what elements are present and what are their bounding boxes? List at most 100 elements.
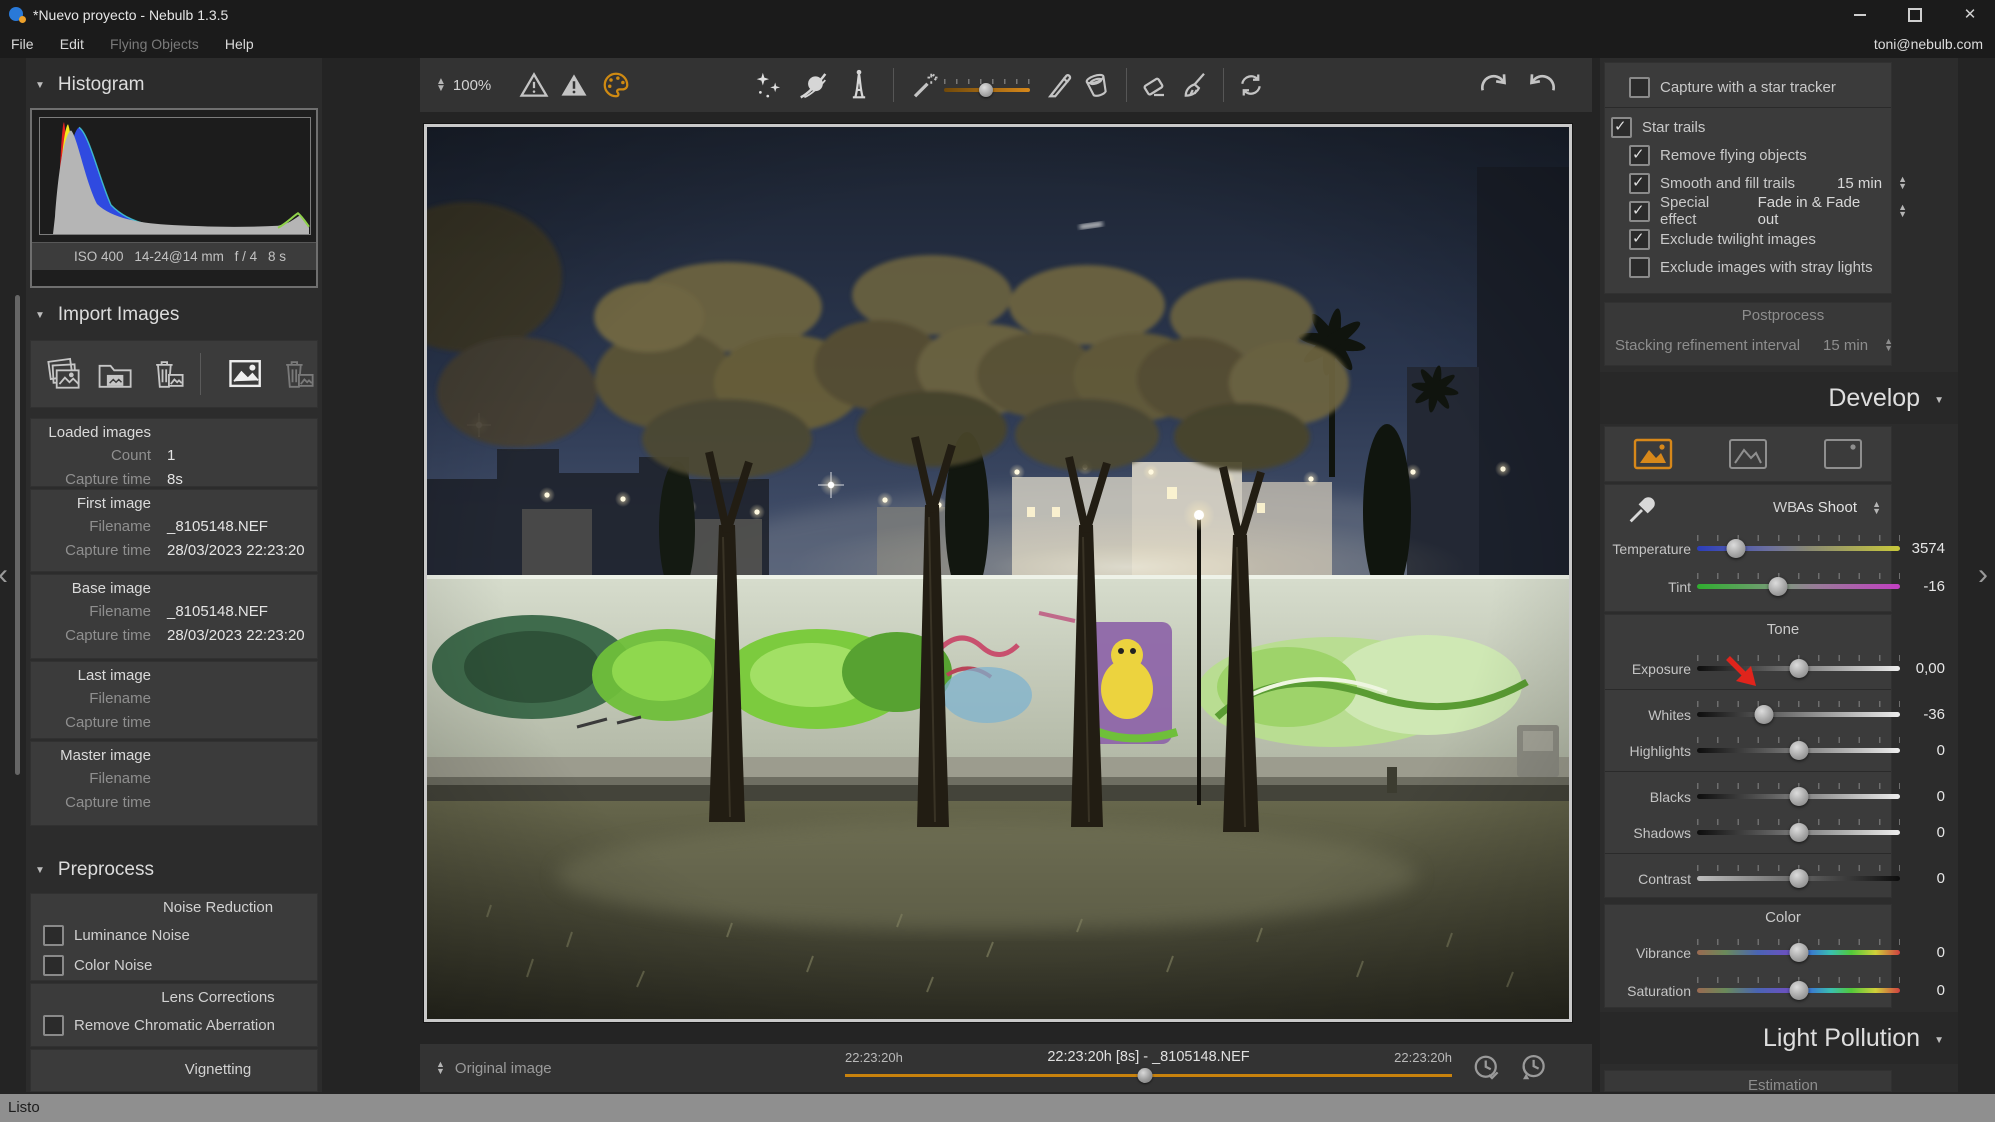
collapse-left-chevron-icon[interactable] <box>0 560 8 590</box>
lens-value: 14-24@14 mm <box>134 249 224 264</box>
slider-track[interactable] <box>1697 876 1900 881</box>
eraser-tool-icon[interactable] <box>1139 70 1169 100</box>
slider-knob[interactable] <box>1789 823 1808 842</box>
menu-edit[interactable]: Edit <box>49 30 95 58</box>
slider-track[interactable] <box>1697 712 1900 717</box>
slider-track[interactable] <box>1697 584 1900 589</box>
remove-flying-objects-checkbox[interactable] <box>1629 145 1650 166</box>
remove-flying-objects-row[interactable]: Remove flying objects <box>1605 141 1915 169</box>
tab-curves-icon[interactable] <box>1728 438 1768 470</box>
redo-button-icon[interactable] <box>1478 69 1510 101</box>
image-viewport[interactable] <box>424 124 1572 1022</box>
comet-tool-icon[interactable] <box>797 69 829 101</box>
slider-saturation: Saturation 0 <box>1605 975 1953 1009</box>
preprocess-section-header[interactable]: Preprocess <box>26 853 322 887</box>
slider-knob[interactable] <box>1789 787 1808 806</box>
slider-knob[interactable] <box>1789 741 1808 760</box>
maximize-button[interactable] <box>1890 0 1940 30</box>
menu-flying-objects[interactable]: Flying Objects <box>99 30 210 58</box>
luminance-noise-checkbox[interactable] <box>43 925 64 946</box>
warning-filled-icon[interactable] <box>559 70 589 100</box>
show-image-button-icon[interactable] <box>225 354 265 394</box>
slider-track[interactable] <box>1697 988 1900 993</box>
exclude-twilight-checkbox[interactable] <box>1629 229 1650 250</box>
develop-section-header[interactable]: Develop <box>1600 372 1958 424</box>
histogram-section-header[interactable]: Histogram <box>26 68 322 102</box>
paint-bucket-tool-icon[interactable] <box>1082 70 1112 100</box>
histogram-box: ISO 400 14-24@14 mm f / 4 8 s <box>30 108 318 288</box>
slider-knob[interactable] <box>1789 981 1808 1000</box>
undo-button-icon[interactable] <box>1526 69 1558 101</box>
effect-stepper[interactable] <box>1898 204 1907 218</box>
special-effect-checkbox[interactable] <box>1629 201 1650 222</box>
view-mode-stepper[interactable] <box>436 1061 445 1075</box>
slider-track[interactable] <box>1697 546 1900 551</box>
collapse-right-chevron-icon[interactable] <box>1978 560 1988 590</box>
left-scrollbar-thumb[interactable] <box>15 295 20 775</box>
eyedropper-icon[interactable] <box>1625 493 1659 527</box>
slider-knob[interactable] <box>1789 943 1808 962</box>
chromatic-aberration-row[interactable]: Remove Chromatic Aberration <box>31 1010 317 1040</box>
shutter-value: 8 s <box>268 249 286 264</box>
star-trails-row[interactable]: Star trails <box>1605 113 1897 141</box>
wb-stepper[interactable] <box>1872 501 1881 515</box>
postprocess-box: Postprocess Stacking refinement interval… <box>1604 302 1892 366</box>
slider-track[interactable] <box>1697 830 1900 835</box>
slider-contrast: Contrast 0 <box>1605 863 1953 897</box>
slider-track[interactable] <box>1697 950 1900 955</box>
slider-knob[interactable] <box>1754 705 1773 724</box>
magic-wand-tool-icon[interactable] <box>910 70 940 100</box>
menu-file[interactable]: File <box>0 30 45 58</box>
star-tracker-checkbox[interactable] <box>1629 77 1650 98</box>
slider-track[interactable] <box>944 88 1030 92</box>
star-trails-checkbox[interactable] <box>1611 117 1632 138</box>
slider-track[interactable] <box>1697 794 1900 799</box>
menu-help[interactable]: Help <box>214 30 265 58</box>
pen-tool-icon[interactable] <box>1044 70 1074 100</box>
add-images-button-icon[interactable] <box>43 354 83 394</box>
color-noise-row[interactable]: Color Noise <box>31 950 317 980</box>
refresh-icon[interactable] <box>1236 70 1266 100</box>
warning-outline-icon[interactable] <box>519 70 549 100</box>
slider-track[interactable] <box>1697 748 1900 753</box>
clock-history-icon[interactable] <box>1518 1053 1548 1083</box>
slider-knob[interactable] <box>1726 539 1745 558</box>
clock-check-icon[interactable] <box>1472 1053 1502 1083</box>
interval-stepper[interactable] <box>1898 176 1907 190</box>
close-button[interactable] <box>1945 0 1995 30</box>
exclude-stray-lights-row[interactable]: Exclude images with stray lights <box>1605 253 1915 281</box>
slider-knob[interactable] <box>1769 577 1788 596</box>
antenna-tower-tool-icon[interactable] <box>843 69 875 101</box>
smooth-fill-trails-row[interactable]: Smooth and fill trails 15 min <box>1605 169 1915 197</box>
timeline-track[interactable] <box>845 1074 1452 1077</box>
slider-knob[interactable] <box>1789 869 1808 888</box>
luminance-noise-row[interactable]: Luminance Noise <box>31 920 317 950</box>
palette-icon[interactable] <box>601 70 631 100</box>
broom-tool-icon[interactable] <box>1179 70 1209 100</box>
stacking-interval-stepper[interactable] <box>1884 338 1893 352</box>
slider-knob[interactable] <box>1789 659 1808 678</box>
open-folder-button-icon[interactable] <box>95 354 135 394</box>
capture-star-tracker-row[interactable]: Capture with a star tracker <box>1605 73 1915 101</box>
import-images-section-header[interactable]: Import Images <box>26 298 322 332</box>
smooth-fill-trails-checkbox[interactable] <box>1629 173 1650 194</box>
toolbar-separator <box>1223 68 1224 102</box>
exclude-stray-lights-checkbox[interactable] <box>1629 257 1650 278</box>
chromatic-aberration-checkbox[interactable] <box>43 1015 64 1036</box>
minimize-button[interactable] <box>1835 0 1885 30</box>
color-noise-checkbox[interactable] <box>43 955 64 976</box>
estimation-box: Estimation <box>1604 1070 1892 1092</box>
brush-size-slider[interactable] <box>944 79 1030 92</box>
remove-images-button-icon[interactable] <box>147 354 187 394</box>
special-effect-row[interactable]: Special effect Fade in & Fade out <box>1605 197 1915 225</box>
tab-basic-adjustments-icon[interactable] <box>1633 438 1673 470</box>
timeline-knob[interactable] <box>1138 1068 1153 1083</box>
light-pollution-section-header[interactable]: Light Pollution <box>1600 1012 1958 1064</box>
remove-image-button-icon[interactable] <box>277 354 317 394</box>
slider-knob[interactable] <box>979 83 993 97</box>
zoom-stepper[interactable] <box>436 78 446 92</box>
exclude-twilight-row[interactable]: Exclude twilight images <box>1605 225 1915 253</box>
stars-tool-icon[interactable] <box>753 69 785 101</box>
tab-details-icon[interactable] <box>1823 438 1863 470</box>
color-box: Color Vibrance 0 Saturation 0 <box>1604 904 1892 1008</box>
